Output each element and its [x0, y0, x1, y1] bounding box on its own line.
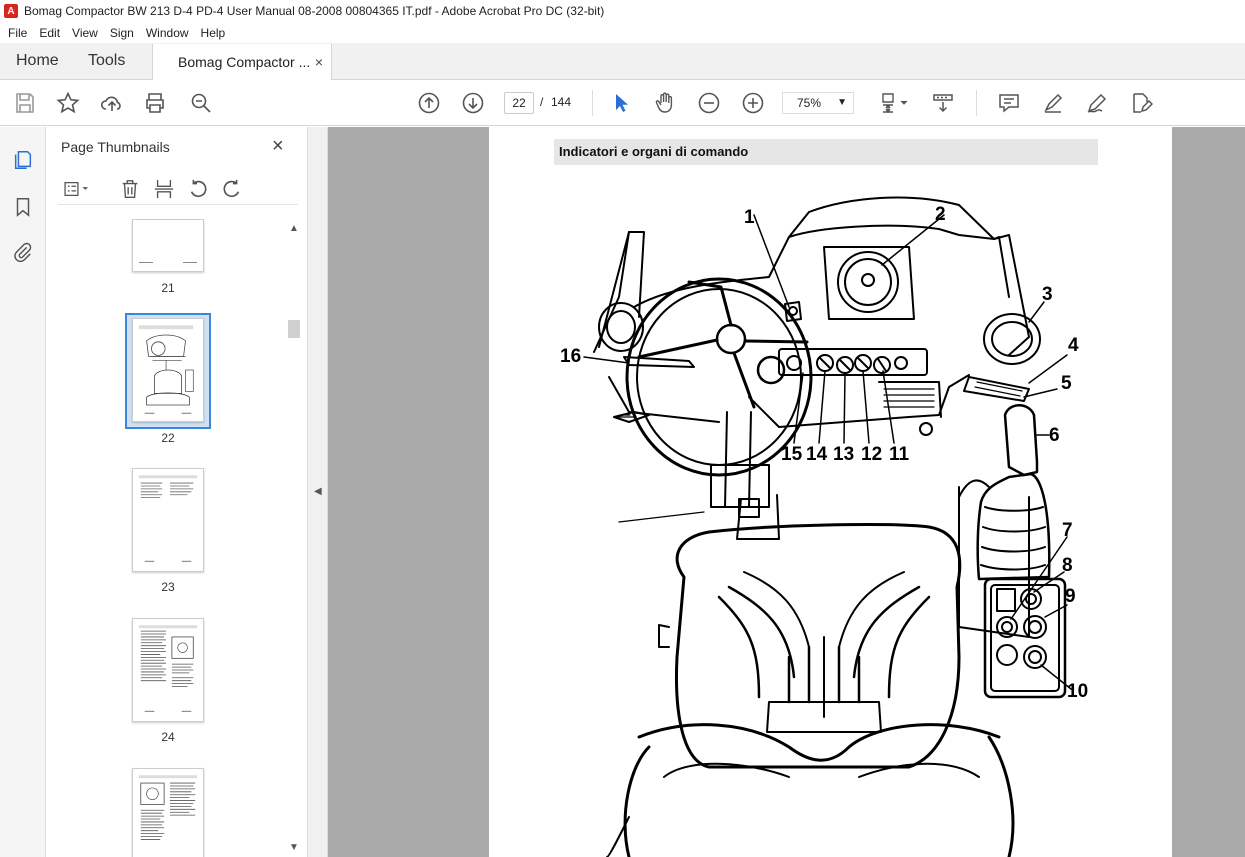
- next-page-icon[interactable]: [460, 90, 486, 116]
- page-separator: /: [540, 95, 544, 109]
- delete-page-icon[interactable]: [118, 177, 142, 201]
- thumbnail-scrollbar[interactable]: ▲ ▼: [286, 219, 302, 857]
- callout-label: 6: [1049, 425, 1060, 446]
- scrollbar-thumb[interactable]: [288, 320, 300, 338]
- page-thumbnail[interactable]: [132, 768, 204, 857]
- menu-help[interactable]: Help: [195, 26, 232, 40]
- tab-tools[interactable]: Tools: [72, 43, 152, 79]
- chevron-down-icon: ▼: [837, 97, 847, 108]
- total-pages: 144: [551, 95, 572, 109]
- page-number-input[interactable]: 22: [504, 92, 534, 114]
- menu-file[interactable]: File: [0, 26, 33, 40]
- close-icon[interactable]: ×: [272, 135, 284, 158]
- page-thumbnail-label: 21: [161, 281, 175, 295]
- acrobat-app-icon: A: [4, 4, 18, 18]
- zoom-out-icon[interactable]: [696, 90, 722, 116]
- main-toolbar: 22 / 144 75% ▼: [0, 80, 1245, 126]
- thumbnail-toolbar: [58, 175, 298, 205]
- highlight-pen-icon[interactable]: [1040, 90, 1066, 116]
- callout-label: 16: [560, 346, 582, 367]
- rotate-clockwise-icon[interactable]: [220, 177, 244, 201]
- save-icon[interactable]: [12, 90, 38, 116]
- chevron-up-icon[interactable]: ▲: [289, 223, 299, 234]
- page-section-header: Indicatori e organi di comando: [554, 139, 1098, 165]
- pdf-page: Indicatori e organi di comando 1 2 3 4 5…: [489, 127, 1172, 857]
- callout-label: 7: [1062, 520, 1073, 541]
- comment-icon[interactable]: [996, 90, 1022, 116]
- bookmarks-icon[interactable]: [10, 194, 36, 220]
- callout-label: 8: [1062, 555, 1073, 576]
- page-thumbnail[interactable]: [132, 318, 204, 422]
- page-thumbnail-label: 22: [161, 431, 175, 445]
- print-icon[interactable]: [142, 90, 168, 116]
- panel-title: Page Thumbnails: [61, 139, 170, 155]
- tab-bar: Home Tools Bomag Compactor ... ×: [0, 43, 1245, 80]
- chevron-left-icon[interactable]: ◀: [314, 486, 322, 497]
- callout-label: 15: [781, 444, 803, 465]
- page-fit-icon[interactable]: [876, 90, 912, 116]
- page-thumbnail[interactable]: [132, 219, 204, 272]
- find-zoom-icon[interactable]: [188, 90, 214, 116]
- page-thumbnail-label: 24: [161, 730, 175, 744]
- zoom-value: 75%: [797, 96, 822, 110]
- callout-label: 11: [889, 444, 910, 465]
- menu-sign[interactable]: Sign: [104, 26, 140, 40]
- upload-cloud-icon[interactable]: [99, 90, 125, 116]
- previous-page-icon[interactable]: [416, 90, 442, 116]
- hand-tool-icon[interactable]: [652, 90, 678, 116]
- tab-document-label: Bomag Compactor ...: [178, 54, 311, 70]
- extract-page-icon[interactable]: [152, 177, 176, 201]
- scroll-mode-icon[interactable]: [930, 90, 956, 116]
- document-viewer[interactable]: Indicatori e organi di comando 1 2 3 4 5…: [328, 127, 1245, 857]
- page-thumbnail[interactable]: [132, 468, 204, 572]
- tab-document[interactable]: Bomag Compactor ... ×: [152, 44, 332, 80]
- select-cursor-icon[interactable]: [608, 90, 634, 116]
- callout-label: 1: [744, 207, 755, 228]
- callout-label: 5: [1061, 373, 1072, 394]
- thumbnail-options-icon[interactable]: [60, 177, 94, 201]
- callout-label: 12: [861, 444, 883, 465]
- panel-collapse-handle[interactable]: ◀: [308, 127, 328, 857]
- callout-label: 13: [833, 444, 855, 465]
- sign-pen-icon[interactable]: [1084, 90, 1110, 116]
- thumbnail-list: 21 22 23 24: [46, 219, 286, 857]
- operator-controls-illustration: [583, 196, 1072, 857]
- menu-bar: File Edit View Sign Window Help: [0, 22, 1245, 43]
- toolbar-divider: [592, 90, 593, 116]
- callout-label: 3: [1042, 284, 1053, 305]
- callout-label: 2: [935, 204, 946, 225]
- tab-close-icon[interactable]: ×: [315, 54, 323, 70]
- attachments-paperclip-icon[interactable]: [10, 239, 36, 265]
- toolbar-divider: [976, 90, 977, 116]
- window-title: Bomag Compactor BW 213 D-4 PD-4 User Man…: [24, 4, 605, 18]
- zoom-in-icon[interactable]: [740, 90, 766, 116]
- menu-window[interactable]: Window: [140, 26, 195, 40]
- callout-label: 9: [1065, 586, 1076, 607]
- menu-view[interactable]: View: [66, 26, 104, 40]
- page-thumbnails-icon[interactable]: [10, 147, 36, 173]
- rotate-counterclockwise-icon[interactable]: [186, 177, 210, 201]
- callout-label: 14: [806, 444, 828, 465]
- tab-home[interactable]: Home: [0, 43, 72, 79]
- page-thumbnail-label: 23: [161, 580, 175, 594]
- callout-label: 4: [1068, 335, 1079, 356]
- left-navigation-rail: [0, 127, 46, 857]
- page-thumbnail[interactable]: [132, 618, 204, 722]
- edit-pdf-icon[interactable]: [1128, 90, 1154, 116]
- bookmark-star-icon[interactable]: [55, 90, 81, 116]
- chevron-down-icon[interactable]: ▼: [289, 842, 299, 853]
- callout-label: 10: [1067, 681, 1089, 702]
- title-bar: A Bomag Compactor BW 213 D-4 PD-4 User M…: [0, 0, 1245, 22]
- menu-edit[interactable]: Edit: [33, 26, 66, 40]
- thumbnails-panel: Page Thumbnails × 21 22 23 24 ▲ ▼: [46, 127, 308, 857]
- zoom-select[interactable]: 75% ▼: [782, 92, 854, 114]
